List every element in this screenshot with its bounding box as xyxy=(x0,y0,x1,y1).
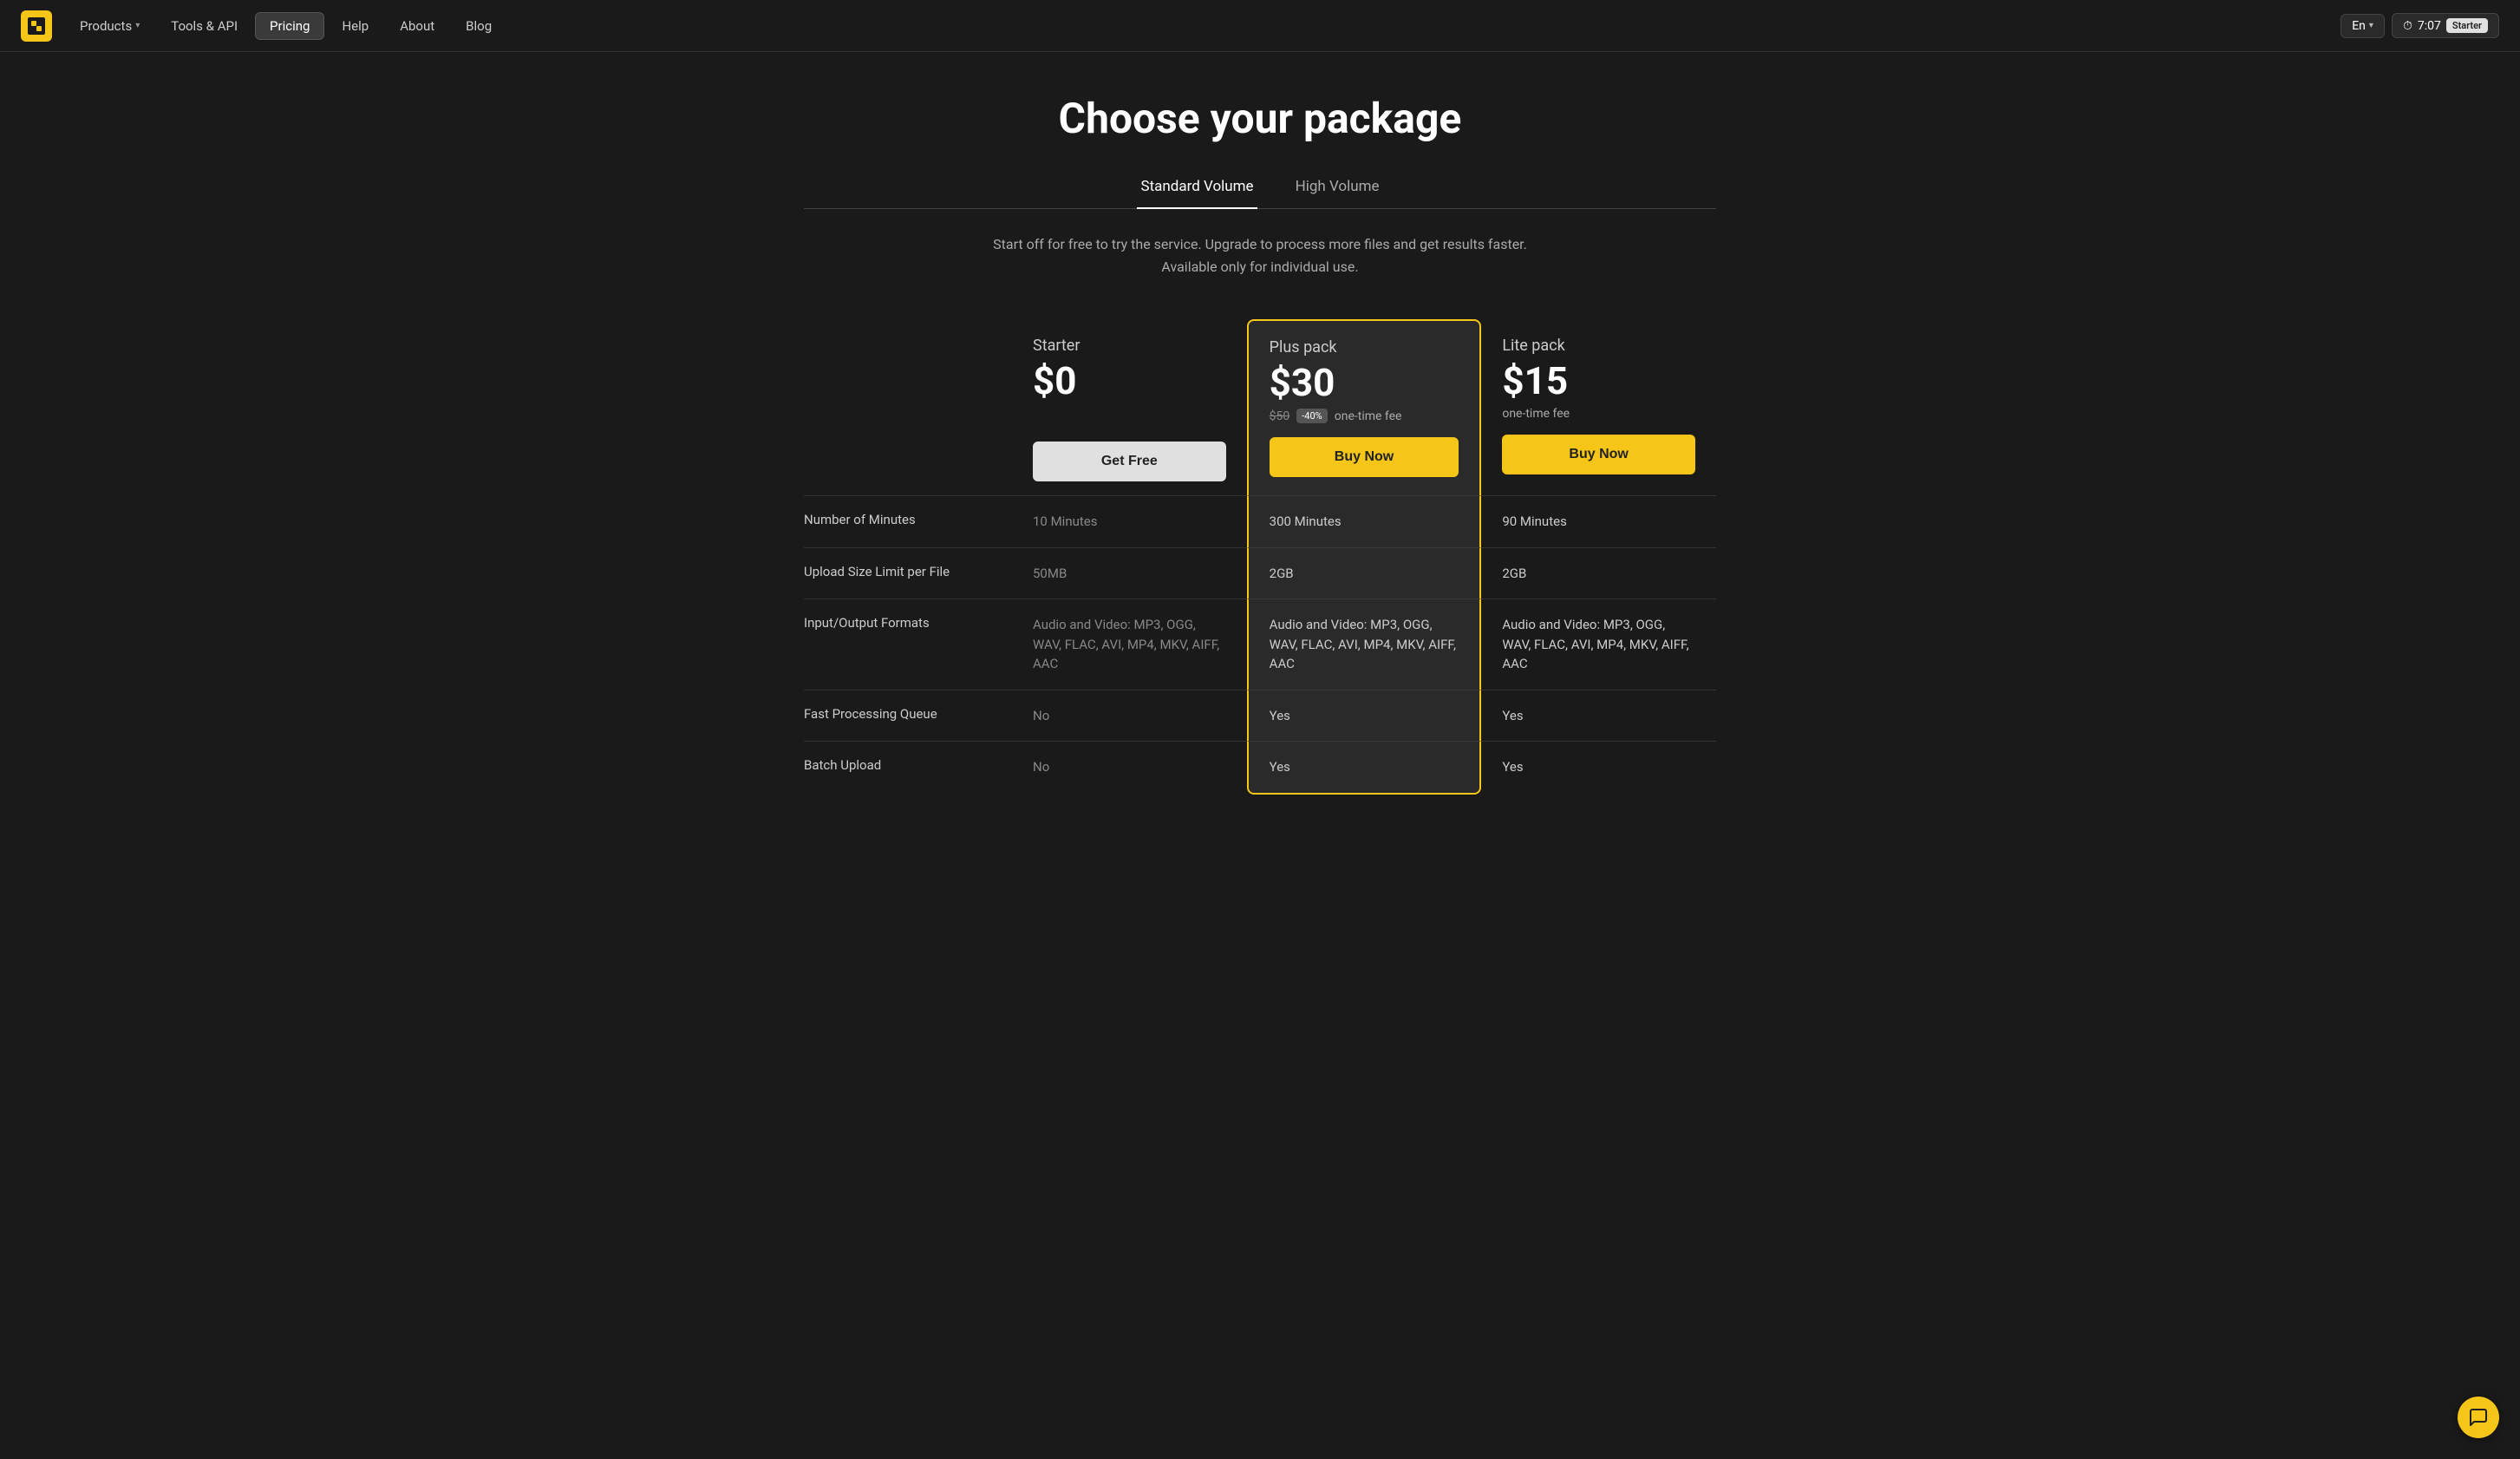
tab-high-volume[interactable]: High Volume xyxy=(1292,171,1383,209)
chat-button[interactable] xyxy=(2458,1397,2499,1438)
lite-plan-name: Lite pack xyxy=(1502,337,1695,355)
navbar: Products ▾ Tools & API Pricing Help Abou… xyxy=(0,0,2520,52)
nav-about[interactable]: About xyxy=(386,13,448,39)
lite-plan-header: Lite pack $15 one-time fee Buy Now xyxy=(1481,319,1716,495)
starter-queue: No xyxy=(1012,690,1247,742)
starter-cta-button[interactable]: Get Free xyxy=(1033,442,1226,481)
lite-queue: Yes xyxy=(1481,690,1716,742)
lite-batch: Yes xyxy=(1481,741,1716,795)
starter-formats: Audio and Video: MP3, OGG, WAV, FLAC, AV… xyxy=(1012,599,1247,690)
nav-pricing[interactable]: Pricing xyxy=(255,12,324,40)
lite-price-sub: one-time fee xyxy=(1502,407,1695,421)
plus-plan-name: Plus pack xyxy=(1270,338,1459,357)
pricing-grid: Starter $0 Get Free Plus pack $30 $50 -4… xyxy=(804,319,1716,795)
plus-cta-button[interactable]: Buy Now xyxy=(1270,437,1459,477)
starter-plan-header: Starter $0 Get Free xyxy=(1012,319,1247,495)
lang-chevron-icon: ▾ xyxy=(2369,21,2373,30)
lite-upload: 2GB xyxy=(1481,547,1716,599)
nav-blog[interactable]: Blog xyxy=(452,13,506,39)
feature-label-minutes: Number of Minutes xyxy=(804,495,1012,547)
nav-tools[interactable]: Tools & API xyxy=(157,13,251,39)
chat-icon xyxy=(2468,1407,2489,1428)
plus-fee-label: one-time fee xyxy=(1335,409,1402,423)
starter-plan-price: $0 xyxy=(1033,362,1226,400)
page-subtitle: Start off for free to try the service. U… xyxy=(983,233,1537,278)
lite-fee-label: one-time fee xyxy=(1502,407,1570,421)
timer-display[interactable]: ⏱ 7:07 Starter xyxy=(2392,13,2499,38)
plus-batch: Yes xyxy=(1247,741,1482,795)
plus-upload: 2GB xyxy=(1247,547,1482,599)
feature-label-upload: Upload Size Limit per File xyxy=(804,547,1012,599)
empty-header xyxy=(804,319,1012,495)
chevron-down-icon: ▾ xyxy=(135,21,140,30)
plus-discount-badge: -40% xyxy=(1296,409,1327,423)
logo[interactable] xyxy=(21,10,52,42)
plus-minutes: 300 Minutes xyxy=(1247,495,1482,547)
nav-help[interactable]: Help xyxy=(328,13,382,39)
nav-items: Products ▾ Tools & API Pricing Help Abou… xyxy=(66,12,2340,40)
nav-products[interactable]: Products ▾ xyxy=(66,13,153,39)
plus-price-sub: $50 -40% one-time fee xyxy=(1270,409,1459,423)
starter-batch: No xyxy=(1012,741,1247,795)
tab-standard-volume[interactable]: Standard Volume xyxy=(1137,171,1257,209)
language-selector[interactable]: En ▾ xyxy=(2340,14,2385,38)
plus-plan-price: $30 xyxy=(1270,363,1459,402)
lite-plan-price: $15 xyxy=(1502,362,1695,400)
starter-upload: 50MB xyxy=(1012,547,1247,599)
plus-formats: Audio and Video: MP3, OGG, WAV, FLAC, AV… xyxy=(1247,599,1482,690)
page-title: Choose your package xyxy=(804,94,1716,143)
lite-cta-button[interactable]: Buy Now xyxy=(1502,435,1695,474)
feature-label-queue: Fast Processing Queue xyxy=(804,690,1012,742)
lite-formats: Audio and Video: MP3, OGG, WAV, FLAC, AV… xyxy=(1481,599,1716,690)
volume-tabs: Standard Volume High Volume xyxy=(804,171,1716,209)
plus-plan-header: Plus pack $30 $50 -40% one-time fee Buy … xyxy=(1247,319,1482,495)
starter-plan-name: Starter xyxy=(1033,337,1226,355)
clock-icon: ⏱ xyxy=(2403,19,2412,33)
starter-minutes: 10 Minutes xyxy=(1012,495,1247,547)
plus-queue: Yes xyxy=(1247,690,1482,742)
lite-minutes: 90 Minutes xyxy=(1481,495,1716,547)
feature-label-formats: Input/Output Formats xyxy=(804,599,1012,690)
plan-badge: Starter xyxy=(2446,18,2488,33)
plus-original-price: $50 xyxy=(1270,409,1290,423)
feature-label-batch: Batch Upload xyxy=(804,741,1012,795)
nav-right: En ▾ ⏱ 7:07 Starter xyxy=(2340,13,2499,38)
main-content: Choose your package Standard Volume High… xyxy=(783,52,1737,864)
